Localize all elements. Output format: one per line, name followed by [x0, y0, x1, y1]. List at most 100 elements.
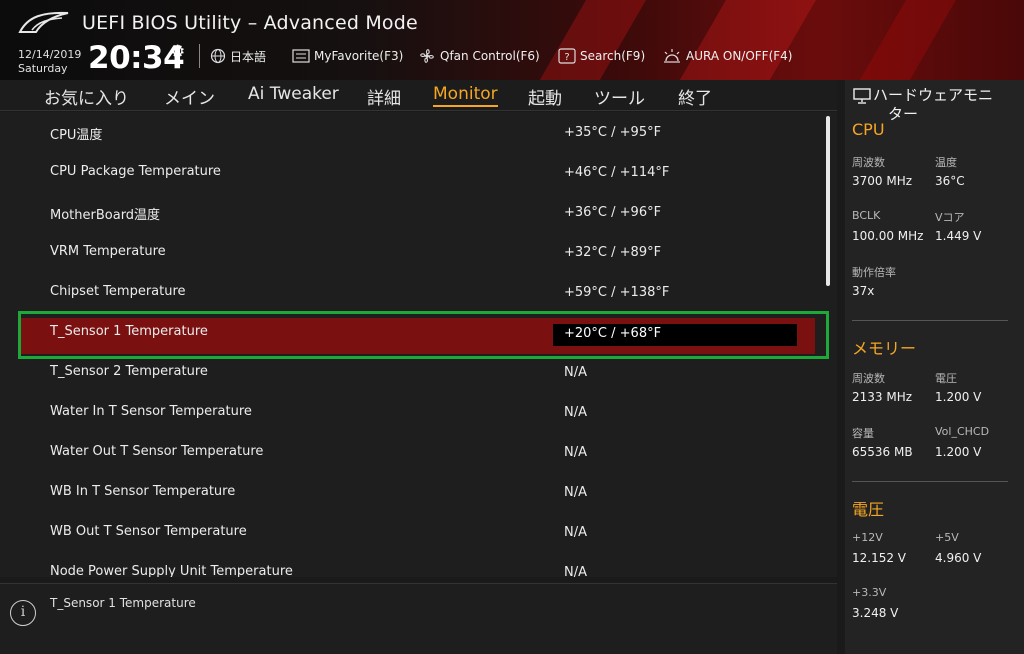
item-label: T_Sensor 1 Temperature [50, 324, 208, 339]
header-decoration [848, 0, 962, 80]
list-item[interactable]: T_Sensor 2 Temperature N/A [0, 352, 837, 392]
v5-label: +5V [935, 531, 959, 544]
list-item[interactable]: CPU温度 +35°C / +95°F [0, 112, 837, 152]
list-item[interactable]: CPU Package Temperature +46°C / +114°F [0, 152, 837, 192]
item-label: VRM Temperature [50, 244, 166, 259]
aura-toggle-button[interactable]: AURA ON/OFF(F4) [662, 46, 792, 66]
qfan-label: Qfan Control(F6) [440, 49, 540, 63]
monitor-list: CPU温度 +35°C / +95°F CPU Package Temperat… [0, 112, 837, 577]
item-value: N/A [564, 405, 587, 420]
list-item-selected[interactable]: T_Sensor 1 Temperature +20°C / +68°F [0, 312, 837, 354]
item-label: CPU Package Temperature [50, 164, 221, 179]
qfan-control-button[interactable]: Qfan Control(F6) [418, 46, 540, 66]
item-value: +36°C / +96°F [564, 205, 662, 220]
item-value: +20°C / +68°F [564, 326, 662, 341]
cpu-temp-label: 温度 [935, 156, 957, 169]
item-value: +46°C / +114°F [564, 165, 670, 180]
list-item[interactable]: Node Power Supply Unit Temperature N/A [0, 552, 837, 577]
mem-chcd-label: Vol_CHCD [935, 425, 990, 438]
list-item[interactable]: WB In T Sensor Temperature N/A [0, 472, 837, 512]
v12-value: 12.152 V [852, 551, 907, 565]
rog-logo-icon [18, 11, 69, 33]
item-label: Node Power Supply Unit Temperature [50, 564, 293, 577]
tab-monitor[interactable]: Monitor [433, 84, 498, 107]
tab-main[interactable]: メイン [164, 84, 215, 109]
search-help-icon: ? [558, 48, 576, 64]
info-icon: i [10, 600, 36, 626]
aura-light-icon [664, 49, 680, 63]
voltage-heading: 電圧 [852, 500, 885, 519]
section-divider [852, 320, 1008, 321]
header-decoration [528, 0, 652, 80]
list-item[interactable]: Chipset Temperature +59°C / +138°F [0, 272, 837, 312]
list-item[interactable]: Water Out T Sensor Temperature N/A [0, 432, 837, 472]
list-item[interactable]: Water In T Sensor Temperature N/A [0, 392, 837, 432]
search-button[interactable]: ? Search(F9) [558, 46, 645, 66]
myfavorite-button[interactable]: MyFavorite(F3) [292, 46, 403, 66]
item-value: N/A [564, 365, 587, 380]
item-label: T_Sensor 2 Temperature [50, 364, 208, 379]
fan-icon [420, 49, 434, 63]
hardware-monitor-title: ハードウェアモニ ター [853, 86, 1021, 124]
aura-label: AURA ON/OFF(F4) [686, 49, 793, 63]
cpu-temp-value: 36°C [935, 174, 965, 188]
item-value: +35°C / +95°F [564, 125, 662, 140]
clock-settings-gear-icon[interactable]: ⚙ [170, 42, 185, 62]
item-label: Water In T Sensor Temperature [50, 404, 252, 419]
hardware-monitor-title-line1: ハードウェアモニ [873, 86, 994, 104]
list-item[interactable]: MotherBoard温度 +36°C / +96°F [0, 192, 837, 232]
mem-capacity-value: 65536 MB [852, 445, 913, 459]
tab-favorites[interactable]: お気に入り [44, 84, 129, 109]
cpu-ratio-label: 動作倍率 [852, 266, 896, 279]
search-label: Search(F9) [580, 49, 646, 63]
item-label: Water Out T Sensor Temperature [50, 444, 264, 459]
item-value: N/A [564, 565, 587, 577]
list-item[interactable]: VRM Temperature +32°C / +89°F [0, 232, 837, 272]
date-display: 12/14/2019 Saturday [18, 48, 81, 76]
item-label: Chipset Temperature [50, 284, 186, 299]
language-label: 日本語 [230, 49, 267, 64]
cpu-vcore-value: 1.449 V [935, 229, 982, 243]
cpu-freq-value: 3700 MHz [852, 174, 913, 188]
list-item[interactable]: WB Out T Sensor Temperature N/A [0, 512, 837, 552]
date-text: 12/14/2019 [18, 48, 82, 61]
svg-text:?: ? [564, 52, 569, 63]
item-value: +59°C / +138°F [564, 285, 670, 300]
globe-icon [210, 48, 226, 64]
mem-volt-label: 電圧 [935, 372, 957, 385]
section-divider [852, 481, 1008, 482]
mem-volt-value: 1.200 V [935, 390, 982, 404]
mem-chcd-value: 1.200 V [935, 445, 982, 459]
tab-tool[interactable]: ツール [594, 84, 645, 109]
monitor-icon [853, 88, 871, 104]
language-button[interactable]: 日本語 [210, 46, 266, 66]
tab-ai-tweaker[interactable]: Ai Tweaker [248, 84, 339, 104]
v33-label: +3.3V [852, 586, 887, 599]
list-scrollbar[interactable] [826, 116, 830, 286]
help-text: T_Sensor 1 Temperature [50, 596, 196, 610]
item-label: WB In T Sensor Temperature [50, 484, 236, 499]
cpu-heading: CPU [852, 120, 885, 139]
item-value: +32°C / +89°F [564, 245, 662, 260]
mem-capacity-label: 容量 [852, 427, 874, 440]
mem-freq-label: 周波数 [852, 372, 885, 385]
toolbar-divider [199, 44, 200, 68]
app-title: UEFI BIOS Utility – Advanced Mode [82, 12, 418, 34]
item-value: N/A [564, 485, 587, 500]
main-tab-bar: お気に入り メイン Ai Tweaker 詳細 Monitor 起動 ツール 終… [0, 80, 837, 111]
tab-boot[interactable]: 起動 [528, 84, 562, 109]
hardware-monitor-panel: ハードウェアモニ ター CPU 周波数 3700 MHz 温度 36°C BCL… [845, 80, 1024, 654]
item-label: CPU温度 [50, 128, 103, 143]
tab-advanced[interactable]: 詳細 [367, 84, 401, 109]
v5-value: 4.960 V [935, 551, 982, 565]
myfavorite-label: MyFavorite(F3) [314, 49, 404, 63]
item-label: MotherBoard温度 [50, 208, 161, 223]
favorite-list-icon [292, 49, 310, 63]
cpu-bclk-label: BCLK [852, 209, 881, 222]
cpu-bclk-value: 100.00 MHz [852, 229, 924, 243]
tab-exit[interactable]: 終了 [678, 84, 712, 109]
cpu-freq-label: 周波数 [852, 156, 885, 169]
day-text: Saturday [18, 62, 68, 75]
v33-value: 3.248 V [852, 606, 899, 620]
help-bar: i T_Sensor 1 Temperature [0, 583, 837, 654]
